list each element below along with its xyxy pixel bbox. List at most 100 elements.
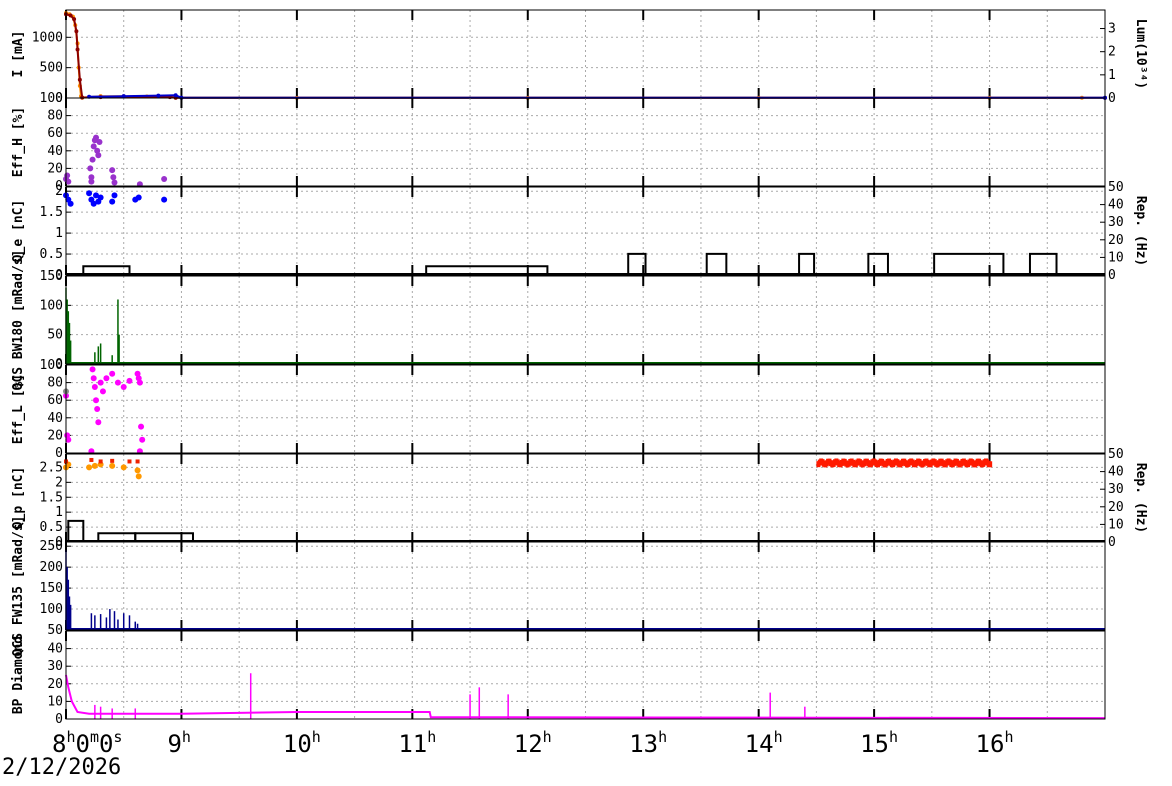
x-tick-label: 11h [398, 728, 436, 758]
y-tick-label: 60 [47, 126, 63, 141]
series-line-0 [65, 12, 1082, 99]
series-point [173, 93, 178, 98]
panel-frame [65, 630, 1106, 720]
right-tick-label: 30 [1108, 215, 1124, 230]
scatter-point [126, 377, 133, 384]
right-tick-label: 20 [1108, 233, 1124, 248]
scatter-point [109, 370, 116, 377]
y-tick-label: 80 [47, 376, 63, 391]
y-tick-label: 200 [40, 560, 63, 575]
y-tick-label: 100 [40, 602, 63, 617]
scatter-point [135, 194, 142, 201]
scatter-point-red [127, 459, 132, 464]
right-tick-label: 0 [1108, 91, 1116, 106]
series-point [74, 29, 79, 34]
y-tick-label: 0 [55, 712, 63, 727]
y-axis-label: BP Diamond [11, 636, 26, 714]
x-tick-label: 10h [283, 728, 321, 758]
y-tick-label: 30 [47, 659, 63, 674]
y-tick-label: 2 [55, 475, 63, 490]
y-tick-label: 1 [55, 226, 63, 241]
series-line-2 [89, 94, 1106, 99]
y-tick-label: 2.5 [40, 460, 63, 475]
right-tick-label: 20 [1108, 500, 1124, 515]
y-tick-label: 60 [47, 393, 63, 408]
panel-qcs_fw135: 50 100 150 200 250 QCS FW135 [mRad/s] [11, 516, 1106, 657]
scatter-point [93, 397, 100, 404]
rep-segment [798, 252, 816, 275]
scatter-point [90, 375, 97, 382]
scatter-point-orange [91, 462, 98, 469]
y-tick-label: 100 [40, 298, 63, 313]
x-tick-label: 14h [745, 728, 783, 758]
scatter-point [136, 379, 143, 386]
scatter-point [89, 156, 96, 163]
scatter-point-orange [135, 473, 142, 480]
scatter-point [95, 152, 102, 159]
scatter-point [95, 419, 102, 426]
x-tick-label: 8h0m0s [52, 728, 122, 758]
y-axis-label: QCS FW135 [mRad/s] [11, 516, 26, 657]
scatter-point [91, 384, 98, 390]
scatter-point [139, 436, 146, 443]
scatter-point-orange [134, 467, 141, 474]
right-axis-label: Rep. (Hz) [1133, 196, 1148, 266]
rep-segment [933, 252, 1005, 275]
y-axis-label: I [mA] [11, 31, 26, 78]
series-point [75, 47, 80, 52]
scatter-point [103, 375, 110, 382]
scatter-point [109, 198, 116, 205]
panel-eff_h: 020406080100Eff_H [%] [11, 91, 1106, 194]
right-tick-label: 0 [1108, 535, 1116, 550]
y-tick-label: 1000 [32, 30, 63, 45]
panel-frame [65, 364, 1106, 454]
panel-eff_l: 0 20 40 60 80 100 Eff_L [%] [11, 358, 1106, 461]
panel-frame [65, 541, 1106, 631]
scatter-point-red [135, 459, 140, 464]
scatter-point [97, 194, 104, 201]
y-tick-label: 150 [40, 581, 63, 596]
right-tick-label: 2 [1108, 45, 1116, 60]
y-tick-label: 250 [40, 539, 63, 554]
scatter-point [87, 165, 94, 172]
right-tick-label: 40 [1108, 198, 1124, 213]
series-point [68, 13, 73, 18]
right-tick-label: 30 [1108, 482, 1124, 497]
right-axis-label: Lum(10³⁴) [1133, 19, 1148, 89]
scatter-point [111, 192, 118, 199]
scatter-point [97, 379, 104, 386]
panel-frame [65, 9, 1106, 99]
scatter-point [86, 190, 93, 197]
y-tick-label: 40 [47, 411, 63, 426]
scatter-point [96, 139, 103, 145]
scatter-point [114, 379, 121, 386]
panel-qcs_bw180: 050100150QCS BW180 [mRad/s] [11, 250, 1106, 391]
scatter-point [138, 423, 145, 430]
panel-bp_diamond: 0 10 20 30 40 BP Diamond [11, 630, 1106, 727]
y-tick-label: 0.5 [40, 247, 63, 262]
series-point [156, 93, 161, 98]
scatter-point [94, 406, 101, 412]
right-tick-label: 50 [1108, 180, 1124, 195]
series-point [77, 77, 82, 82]
x-tick-label: 9h [167, 728, 190, 758]
y-tick-label: 50 [47, 623, 63, 638]
scatter-point [67, 200, 74, 207]
y-tick-label: 10 [47, 694, 63, 709]
scatter-point [110, 174, 117, 181]
scatter-point [109, 167, 116, 174]
scatter-point-orange [86, 464, 93, 471]
y-tick-label: 1.5 [40, 205, 63, 220]
scatter-point-orange [109, 462, 116, 469]
right-axis-label: Rep. (Hz) [1133, 463, 1148, 533]
y-axis-label: QCS BW180 [mRad/s] [11, 250, 26, 391]
y-tick-label: 1.5 [40, 490, 63, 505]
panel-frame [65, 275, 1106, 365]
panel-qp: 00.511.522.501020304050Rep. (Hz)Q_p [nC] [11, 447, 1148, 550]
panel-frame [65, 97, 1106, 187]
chart-stage: 0 500 1000 0 1 2 3 Lum(10³⁴) I [mA] 0 20 40 60 80 100 E… [0, 0, 1172, 782]
y-axis-label: Eff_L [%] [11, 374, 26, 444]
multi-panel-chart: 050010000123 Lum(10³⁴)I [mA]020406080100E… [11, 9, 1148, 758]
y-tick-label: 500 [40, 61, 63, 76]
scatter-point [161, 196, 168, 203]
